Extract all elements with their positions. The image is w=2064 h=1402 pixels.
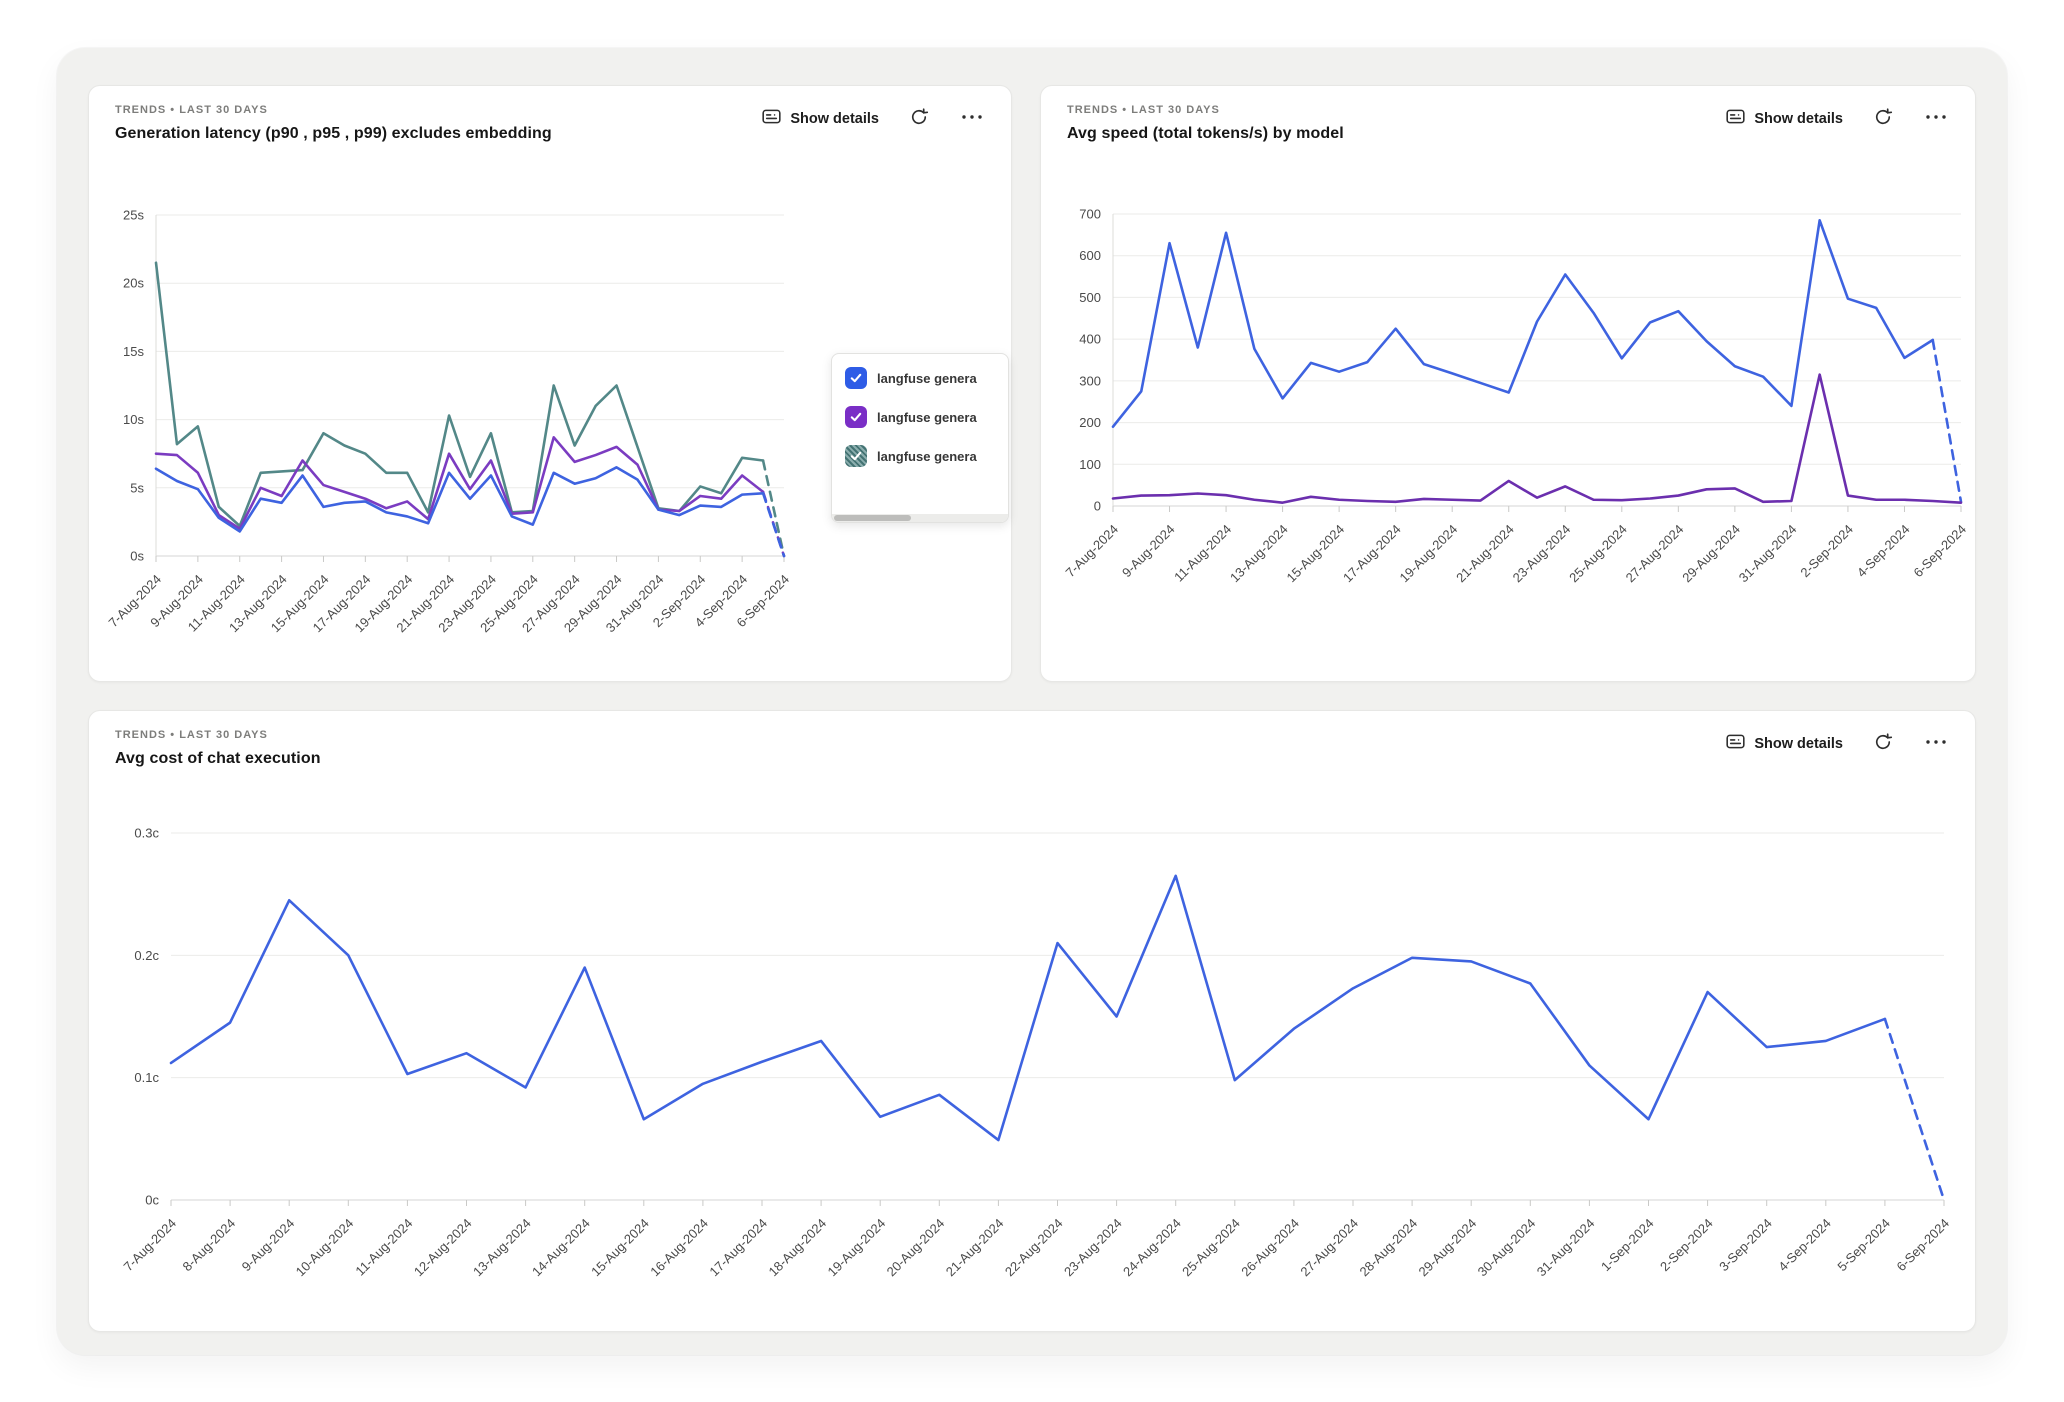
svg-text:600: 600 xyxy=(1079,248,1101,263)
svg-text:18-Aug-2024: 18-Aug-2024 xyxy=(765,1216,829,1280)
svg-text:15s: 15s xyxy=(123,344,144,359)
panel-avg-speed: 700 600 500 400 300 200 100 0 7-Aug-20249-Aug-20… xyxy=(1040,85,1976,682)
svg-text:27-Aug-2024: 27-Aug-2024 xyxy=(1623,522,1687,586)
svg-text:21-Aug-2024: 21-Aug-2024 xyxy=(943,1216,1007,1280)
legend-item-1[interactable]: langfuse genera xyxy=(845,406,996,428)
svg-text:30-Aug-2024: 30-Aug-2024 xyxy=(1475,1216,1539,1280)
svg-text:0: 0 xyxy=(1094,499,1101,514)
svg-text:13-Aug-2024: 13-Aug-2024 xyxy=(470,1216,534,1280)
svg-text:7-Aug-2024: 7-Aug-2024 xyxy=(120,1216,179,1275)
svg-text:23-Aug-2024: 23-Aug-2024 xyxy=(1061,1216,1125,1280)
svg-text:0c: 0c xyxy=(145,1193,159,1208)
svg-text:17-Aug-2024: 17-Aug-2024 xyxy=(1340,522,1404,586)
legend-scrollbar-track[interactable] xyxy=(832,514,1008,522)
svg-text:17-Aug-2024: 17-Aug-2024 xyxy=(706,1216,770,1280)
svg-text:2-Sep-2024: 2-Sep-2024 xyxy=(1657,1216,1716,1275)
svg-text:4-Sep-2024: 4-Sep-2024 xyxy=(1775,1216,1834,1275)
chart-legend: langfuse genera langfuse genera langfuse g… xyxy=(831,353,1009,523)
svg-text:29-Aug-2024: 29-Aug-2024 xyxy=(1416,1216,1480,1280)
legend-item-label: langfuse genera xyxy=(877,449,977,464)
svg-text:24-Aug-2024: 24-Aug-2024 xyxy=(1120,1216,1184,1280)
legend-item-label: langfuse genera xyxy=(877,371,977,386)
svg-text:15-Aug-2024: 15-Aug-2024 xyxy=(588,1216,652,1280)
panel-generation-latency: 25s20s15s10s5s0s7-Aug-20249-Aug-202411-A… xyxy=(88,85,1012,682)
svg-text:200: 200 xyxy=(1079,415,1101,430)
cost-chart: 0.3c 0.2c 0.1c 0c 7-Aug-20248-Aug-20249-Aug-… xyxy=(89,711,1977,1333)
svg-text:0.1c: 0.1c xyxy=(134,1070,159,1085)
svg-text:20s: 20s xyxy=(123,276,144,291)
legend-checkbox-checked-icon[interactable] xyxy=(845,367,867,389)
svg-text:2-Sep-2024: 2-Sep-2024 xyxy=(1797,522,1856,581)
svg-text:3-Sep-2024: 3-Sep-2024 xyxy=(1716,1216,1775,1275)
dashboard-container: 25s20s15s10s5s0s7-Aug-20249-Aug-202411-A… xyxy=(57,48,2007,1355)
svg-text:1-Sep-2024: 1-Sep-2024 xyxy=(1598,1216,1657,1275)
svg-text:13-Aug-2024: 13-Aug-2024 xyxy=(1227,522,1291,586)
legend-item-2[interactable]: langfuse genera xyxy=(845,445,996,467)
svg-text:10-Aug-2024: 10-Aug-2024 xyxy=(293,1216,357,1280)
svg-text:6-Sep-2024: 6-Sep-2024 xyxy=(1893,1216,1952,1275)
svg-text:11-Aug-2024: 11-Aug-2024 xyxy=(352,1216,415,1279)
svg-text:300: 300 xyxy=(1079,373,1101,388)
svg-text:15-Aug-2024: 15-Aug-2024 xyxy=(1283,522,1347,586)
svg-text:28-Aug-2024: 28-Aug-2024 xyxy=(1356,1216,1420,1280)
svg-text:5-Sep-2024: 5-Sep-2024 xyxy=(1834,1216,1893,1275)
svg-text:27-Aug-2024: 27-Aug-2024 xyxy=(1297,1216,1361,1280)
svg-text:19-Aug-2024: 19-Aug-2024 xyxy=(825,1216,889,1280)
svg-text:7-Aug-2024: 7-Aug-2024 xyxy=(1062,522,1121,581)
svg-text:12-Aug-2024: 12-Aug-2024 xyxy=(411,1216,475,1280)
svg-text:400: 400 xyxy=(1079,332,1101,347)
svg-text:5s: 5s xyxy=(130,480,144,495)
dashboard-page: 25s20s15s10s5s0s7-Aug-20249-Aug-202411-A… xyxy=(0,0,2064,1402)
svg-text:31-Aug-2024: 31-Aug-2024 xyxy=(1736,522,1800,586)
svg-text:700: 700 xyxy=(1079,207,1101,222)
svg-text:29-Aug-2024: 29-Aug-2024 xyxy=(1679,522,1743,586)
svg-text:25s: 25s xyxy=(123,208,144,223)
svg-text:11-Aug-2024: 11-Aug-2024 xyxy=(1171,522,1234,585)
svg-text:22-Aug-2024: 22-Aug-2024 xyxy=(1002,1216,1066,1280)
panel-avg-cost: 0.3c 0.2c 0.1c 0c 7-Aug-20248-Aug-20249-Aug-… xyxy=(88,710,1976,1332)
svg-text:31-Aug-2024: 31-Aug-2024 xyxy=(1534,1216,1598,1280)
svg-text:500: 500 xyxy=(1079,290,1101,305)
svg-text:21-Aug-2024: 21-Aug-2024 xyxy=(1453,522,1517,586)
svg-text:10s: 10s xyxy=(123,412,144,427)
svg-text:0.2c: 0.2c xyxy=(134,948,159,963)
svg-text:0s: 0s xyxy=(130,549,144,564)
svg-text:23-Aug-2024: 23-Aug-2024 xyxy=(1510,522,1574,586)
svg-text:26-Aug-2024: 26-Aug-2024 xyxy=(1238,1216,1302,1280)
svg-text:9-Aug-2024: 9-Aug-2024 xyxy=(239,1216,298,1275)
svg-text:25-Aug-2024: 25-Aug-2024 xyxy=(1566,522,1630,586)
svg-text:9-Aug-2024: 9-Aug-2024 xyxy=(1119,522,1178,581)
legend-item-label: langfuse genera xyxy=(877,410,977,425)
legend-checkbox-checked-icon[interactable] xyxy=(845,406,867,428)
svg-text:0.3c: 0.3c xyxy=(134,826,159,841)
speed-chart: 700 600 500 400 300 200 100 0 7-Aug-20249-Aug-20… xyxy=(1041,86,1977,683)
svg-text:6-Sep-2024: 6-Sep-2024 xyxy=(1910,522,1969,581)
svg-text:14-Aug-2024: 14-Aug-2024 xyxy=(529,1216,593,1280)
svg-text:8-Aug-2024: 8-Aug-2024 xyxy=(180,1216,239,1275)
legend-item-0[interactable]: langfuse genera xyxy=(845,367,996,389)
legend-scrollbar-thumb[interactable] xyxy=(834,515,911,521)
svg-text:19-Aug-2024: 19-Aug-2024 xyxy=(1397,522,1461,586)
legend-checkbox-checked-icon[interactable] xyxy=(845,445,867,467)
svg-text:20-Aug-2024: 20-Aug-2024 xyxy=(884,1216,948,1280)
svg-text:4-Sep-2024: 4-Sep-2024 xyxy=(1854,522,1913,581)
svg-text:100: 100 xyxy=(1079,457,1101,472)
svg-text:25-Aug-2024: 25-Aug-2024 xyxy=(1179,1216,1243,1280)
svg-text:16-Aug-2024: 16-Aug-2024 xyxy=(647,1216,711,1280)
